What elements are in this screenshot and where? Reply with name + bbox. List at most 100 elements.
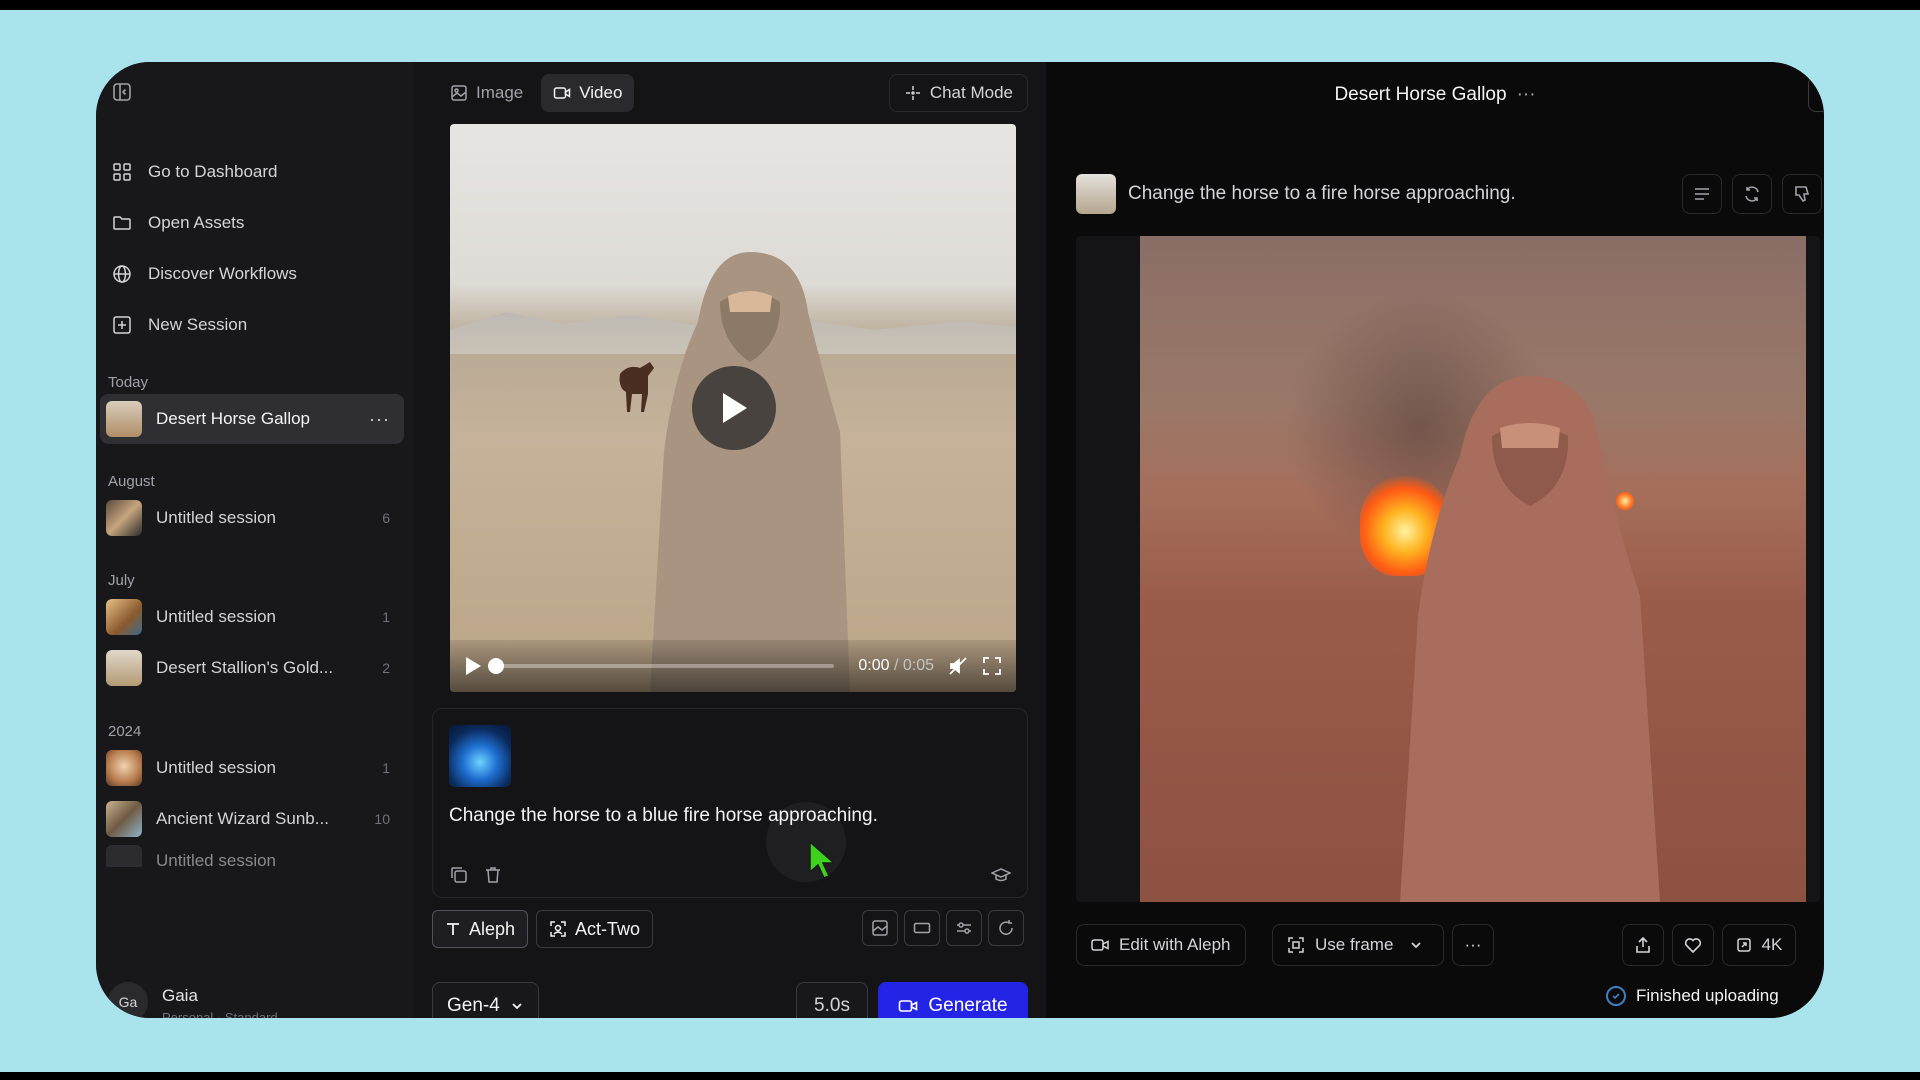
generation-panel: Image Video Chat Mode 0:00 / 0:05 Change… — [414, 62, 1046, 1018]
session-more-icon[interactable]: ··· — [369, 409, 390, 430]
play-icon[interactable] — [464, 656, 482, 676]
upscale-label: 4K — [1761, 935, 1783, 954]
duration-select[interactable]: 5.0s — [796, 982, 868, 1018]
more-options-button[interactable]: ··· — [1452, 924, 1494, 966]
chevron-down-icon — [512, 1003, 522, 1010]
session-title[interactable]: Desert Horse Gallop ··· — [1046, 84, 1824, 106]
play-overlay-button[interactable] — [692, 366, 776, 450]
video-camera-icon — [899, 1000, 918, 1012]
use-frame-button[interactable]: Use frame — [1272, 924, 1444, 966]
refresh-icon — [1745, 186, 1759, 202]
upscale-4k-button[interactable]: 4K — [1722, 924, 1796, 966]
regenerate-button[interactable] — [1732, 174, 1772, 214]
fullscreen-icon[interactable] — [982, 656, 1002, 676]
folder-icon — [113, 215, 131, 230]
model-select[interactable]: Gen-4 — [432, 982, 539, 1018]
session-untitled-july[interactable]: Untitled session 1 — [100, 592, 404, 642]
edit-label: Edit with Aleph — [1119, 935, 1231, 954]
avatar: Ga — [108, 982, 148, 1018]
session-thumbnail — [106, 599, 142, 635]
tab-image[interactable]: Image — [438, 74, 535, 112]
scrubber-handle[interactable] — [488, 658, 504, 674]
nav-go-to-dashboard[interactable]: Go to Dashboard — [110, 146, 400, 197]
sidebar-toggle-icon[interactable] — [112, 82, 132, 102]
mute-icon[interactable] — [948, 656, 968, 676]
frame-figure — [1400, 376, 1660, 902]
session-untitled-2024[interactable]: Untitled session 1 — [100, 743, 404, 793]
chevron-down-icon[interactable] — [1409, 938, 1423, 952]
app-window: Go to Dashboard Open Assets Discover Wor… — [96, 62, 1824, 1018]
nav-label: Discover Workflows — [148, 263, 297, 283]
check-circle-icon — [1606, 986, 1626, 1006]
session-untitled-august[interactable]: Untitled session 6 — [100, 493, 404, 543]
heart-icon — [1684, 938, 1702, 954]
message-thumbnail[interactable] — [1076, 174, 1116, 214]
session-count: 1 — [382, 760, 390, 776]
face-scan-icon — [550, 921, 566, 937]
generated-frame — [1140, 236, 1806, 902]
session-thumbnail — [106, 845, 142, 867]
reset-button[interactable] — [988, 910, 1024, 946]
sliders-icon — [957, 922, 971, 934]
image-plus-icon — [872, 920, 888, 936]
sidebar: Go to Dashboard Open Assets Discover Wor… — [96, 62, 414, 1018]
generated-video[interactable] — [1076, 236, 1820, 902]
thumbs-down-button[interactable] — [1782, 174, 1822, 214]
edit-with-aleph-button[interactable]: Edit with Aleph — [1076, 924, 1246, 966]
video-frame-figure — [650, 252, 850, 692]
session-desert-horse-gallop[interactable]: Desert Horse Gallop ··· — [100, 394, 404, 444]
play-icon — [723, 393, 747, 423]
session-name: Untitled session — [156, 607, 277, 626]
reference-image-thumbnail[interactable] — [449, 725, 511, 787]
act-two-chip[interactable]: Act-Two — [536, 910, 654, 948]
generate-button[interactable]: Generate — [878, 982, 1028, 1018]
user-profile[interactable]: Ga Gaia Personal · Standard — [108, 982, 278, 1018]
session-count: 1 — [382, 609, 390, 625]
nav-open-assets[interactable]: Open Assets — [110, 197, 400, 248]
tab-label: Video — [579, 83, 623, 102]
chat-mode-button[interactable]: Chat Mode — [888, 74, 1028, 112]
video-camera-icon — [554, 87, 571, 99]
generate-label: Generate — [928, 995, 1008, 1016]
nav-new-session[interactable]: New Session — [110, 299, 400, 350]
session-count: 6 — [382, 510, 390, 526]
result-toolbar: Edit with Aleph Use frame ··· 4K — [1076, 924, 1824, 968]
video-scrubber[interactable] — [488, 658, 835, 674]
favorite-button[interactable] — [1672, 924, 1714, 966]
source-video-player[interactable]: 0:00 / 0:05 — [450, 124, 1016, 692]
share-button[interactable] — [1622, 924, 1664, 966]
model-label: Gen-4 — [447, 995, 500, 1016]
session-count: 10 — [374, 811, 390, 827]
session-thumbnail — [106, 401, 142, 437]
tab-video[interactable]: Video — [541, 74, 635, 112]
text-icon — [447, 923, 459, 935]
session-count: 2 — [382, 660, 390, 676]
status-text: Finished uploading — [1636, 986, 1779, 1005]
share-icon — [1636, 936, 1650, 953]
video-time: 0:00 / 0:05 — [858, 657, 934, 674]
session-title-text: Desert Horse Gallop — [1334, 84, 1507, 105]
image-reference-button[interactable] — [862, 910, 898, 946]
message-actions — [1682, 174, 1822, 214]
trash-icon[interactable] — [483, 865, 503, 885]
more-icon: ··· — [1464, 935, 1482, 954]
graduation-cap-icon[interactable] — [991, 865, 1011, 885]
aleph-chip[interactable]: Aleph — [432, 910, 529, 948]
copy-icon[interactable] — [449, 865, 469, 885]
plus-square-icon — [113, 315, 131, 334]
chat-mode-label: Chat Mode — [929, 83, 1013, 102]
download-icon[interactable] — [1808, 76, 1824, 112]
settings-sliders-button[interactable] — [946, 910, 982, 946]
session-more-icon[interactable]: ··· — [1517, 84, 1536, 105]
session-thumbnail — [106, 650, 142, 686]
session-ancient-wizard[interactable]: Ancient Wizard Sunb... 10 — [100, 794, 404, 844]
upscale-icon — [1736, 938, 1751, 952]
details-button[interactable] — [1682, 174, 1722, 214]
nav-discover-workflows[interactable]: Discover Workflows — [110, 248, 400, 299]
session-desert-stallion[interactable]: Desert Stallion's Gold... 2 — [100, 643, 404, 693]
prompt-card: Change the horse to a blue fire horse ap… — [432, 708, 1028, 898]
session-untitled-partial[interactable]: Untitled session — [100, 845, 404, 867]
globe-icon — [113, 264, 131, 283]
aspect-ratio-button[interactable] — [904, 910, 940, 946]
nav-label: Open Assets — [148, 212, 245, 232]
